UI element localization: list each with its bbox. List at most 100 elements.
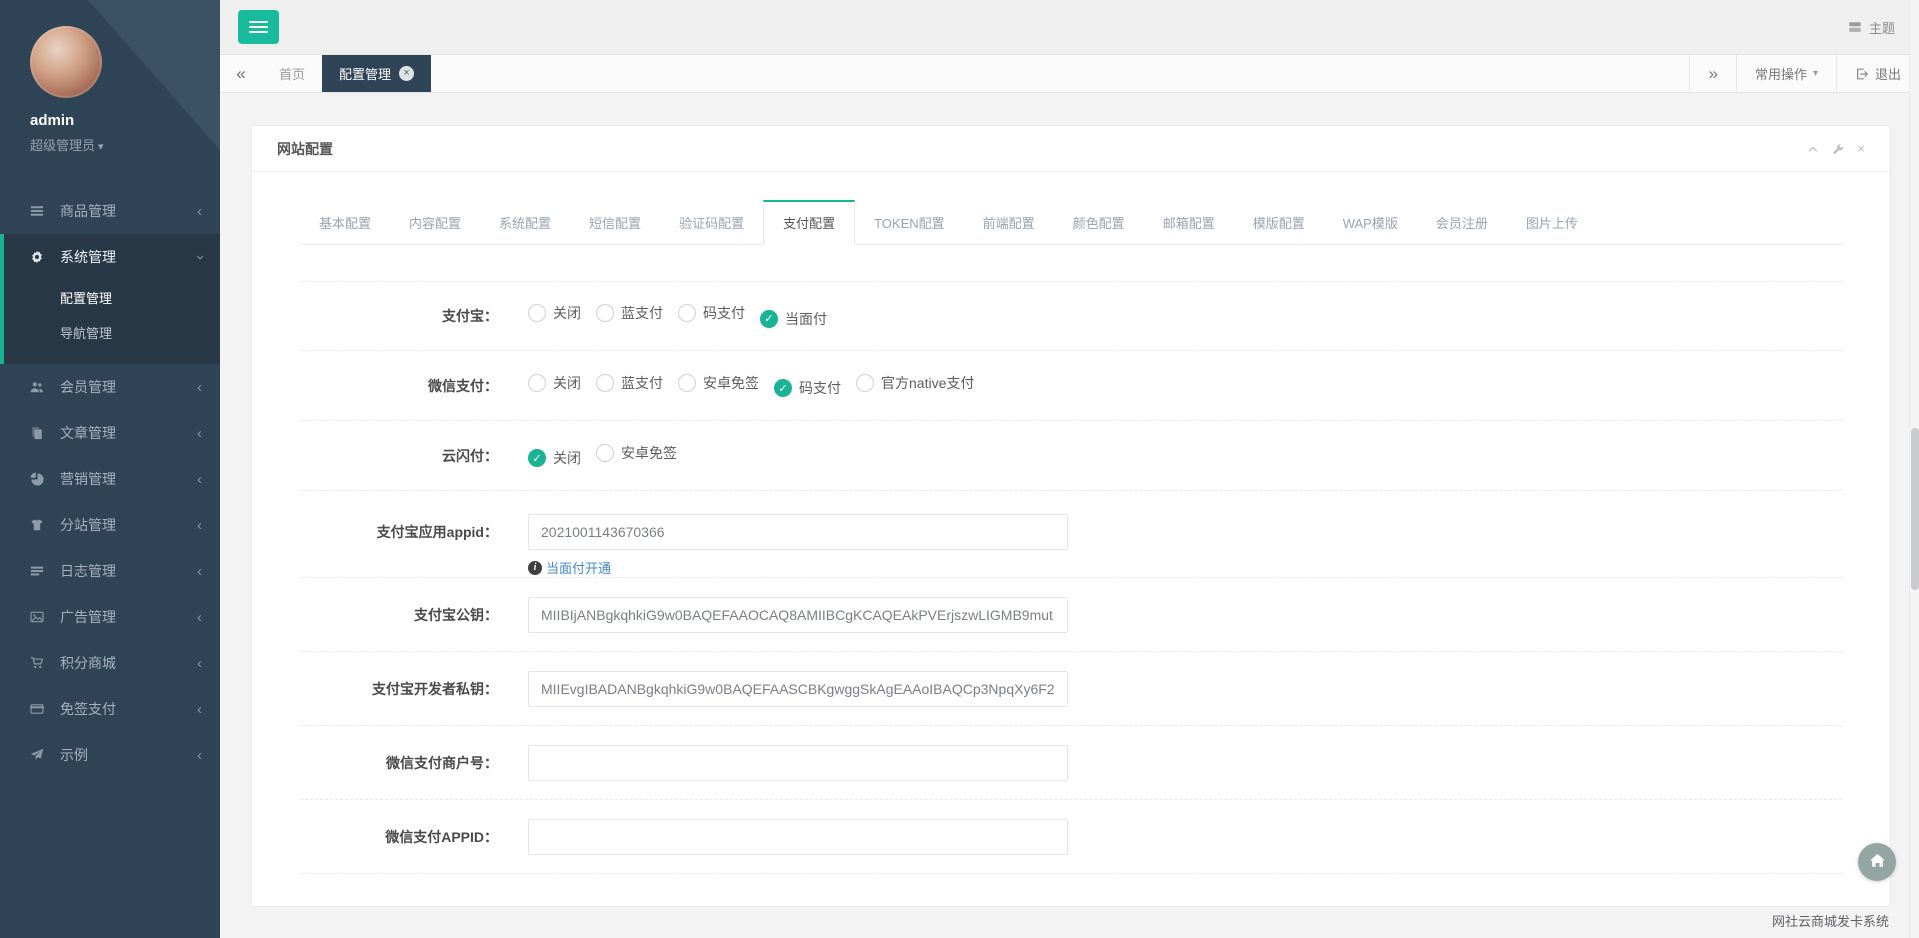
page-tab[interactable]: 配置管理 × <box>322 55 431 92</box>
radio-circle-icon[interactable] <box>678 304 696 322</box>
chevron-left-icon: ‹ <box>197 656 202 671</box>
sidebar-item[interactable]: 会员管理‹ <box>0 364 220 410</box>
form-input[interactable] <box>528 745 1068 781</box>
form-label: 云闪付： <box>300 446 498 466</box>
radio-circle-icon[interactable] <box>596 374 614 392</box>
sidebar-item-label: 营销管理 <box>60 469 197 489</box>
config-tab[interactable]: 图片上传 <box>1507 200 1597 245</box>
sidebar-item[interactable]: 广告管理‹ <box>0 594 220 640</box>
sidebar-item-label: 商品管理 <box>60 201 197 221</box>
theme-switcher-button[interactable]: 主题 <box>1848 18 1895 37</box>
radio-option-label: 码支付 <box>703 303 745 323</box>
sidebar-item[interactable]: 分站管理‹ <box>0 502 220 548</box>
sidebar-item[interactable]: 营销管理‹ <box>0 456 220 502</box>
config-tab[interactable]: 验证码配置 <box>660 200 763 245</box>
radio-circle-icon[interactable] <box>596 444 614 462</box>
config-tab[interactable]: 基本配置 <box>300 200 390 245</box>
sidebar-subitem[interactable]: 导航管理 <box>4 315 220 350</box>
radio-checked-icon[interactable]: ✓ <box>760 310 778 328</box>
form-input[interactable] <box>528 514 1068 550</box>
radio-option[interactable]: 码支付 <box>678 303 745 323</box>
form-label: 支付宝开发者私钥： <box>300 679 498 699</box>
sidebar-item[interactable]: 示例‹ <box>0 732 220 778</box>
form-input[interactable] <box>528 819 1068 855</box>
logout-button[interactable]: 退出 <box>1836 55 1919 92</box>
sidebar-item-label: 广告管理 <box>60 607 197 627</box>
radio-option[interactable]: 关闭 <box>528 373 581 393</box>
config-tab[interactable]: 系统配置 <box>480 200 570 245</box>
config-tab[interactable]: 支付配置 <box>763 200 855 245</box>
close-tab-icon[interactable]: × <box>399 66 414 81</box>
form-label: 微信支付商户号： <box>300 753 498 773</box>
sidebar-nav: 商品管理‹系统管理‹配置管理导航管理会员管理‹文章管理‹营销管理‹分站管理‹日志… <box>0 188 220 778</box>
scrollbar-thumb[interactable] <box>1911 428 1919 590</box>
collapse-panel-icon[interactable] <box>1807 143 1819 155</box>
radio-circle-icon[interactable] <box>596 304 614 322</box>
radio-circle-icon[interactable] <box>856 374 874 392</box>
radio-checked-icon[interactable]: ✓ <box>774 379 792 397</box>
user-role-label: 超级管理员 <box>30 138 95 153</box>
caret-down-icon: ▾ <box>98 141 104 153</box>
radio-circle-icon[interactable] <box>528 304 546 322</box>
form-row-partial <box>300 874 1842 907</box>
quick-actions-dropdown[interactable]: 常用操作 ▾ <box>1736 55 1836 92</box>
radio-option[interactable]: 关闭 <box>528 303 581 323</box>
tabs-scroll-right-button[interactable]: » <box>1689 55 1735 92</box>
sidebar-item[interactable]: 商品管理‹ <box>0 188 220 234</box>
form-input[interactable] <box>528 671 1068 707</box>
lines-icon <box>30 564 47 578</box>
logout-icon <box>1855 67 1869 81</box>
caret-down-icon: ▾ <box>1813 68 1818 79</box>
page-tab-label: 配置管理 <box>339 64 391 83</box>
config-tab[interactable]: 内容配置 <box>390 200 480 245</box>
radio-option[interactable]: ✓关闭 <box>528 448 581 468</box>
help-link[interactable]: 当面付开通 <box>546 558 611 577</box>
sidebar: admin 超级管理员▾ 商品管理‹系统管理‹配置管理导航管理会员管理‹文章管理… <box>0 0 220 938</box>
radio-checked-icon[interactable]: ✓ <box>528 449 546 467</box>
sidebar-subitem[interactable]: 配置管理 <box>4 280 220 315</box>
config-tabs: 基本配置内容配置系统配置短信配置验证码配置支付配置TOKEN配置前端配置颜色配置… <box>300 200 1842 245</box>
config-tab[interactable]: 短信配置 <box>570 200 660 245</box>
sidebar-item[interactable]: 系统管理‹ <box>4 234 220 280</box>
config-tab[interactable]: 邮箱配置 <box>1144 200 1234 245</box>
radio-circle-icon[interactable] <box>678 374 696 392</box>
config-tab[interactable]: WAP模版 <box>1324 200 1417 245</box>
pie-chart-icon <box>30 472 47 486</box>
tabs-scroll-left-button[interactable]: « <box>220 55 262 92</box>
avatar[interactable] <box>30 26 102 98</box>
close-panel-icon[interactable]: × <box>1857 142 1865 155</box>
tab-bar-right-controls: » 常用操作 ▾ 退出 <box>1689 55 1919 92</box>
config-tab[interactable]: TOKEN配置 <box>855 200 964 245</box>
sidebar-item[interactable]: 免签支付‹ <box>0 686 220 732</box>
radio-option[interactable]: ✓当面付 <box>760 309 827 329</box>
radio-option[interactable]: 蓝支付 <box>596 373 663 393</box>
sidebar-item[interactable]: 积分商城‹ <box>0 640 220 686</box>
sidebar-item[interactable]: 文章管理‹ <box>0 410 220 456</box>
chevron-left-icon: ‹ <box>197 472 202 487</box>
page-tab[interactable]: 首页 <box>262 55 322 92</box>
user-role-dropdown[interactable]: 超级管理员▾ <box>30 135 220 154</box>
sidebar-item-label: 分站管理 <box>60 515 197 535</box>
config-tab[interactable]: 模版配置 <box>1234 200 1324 245</box>
config-tab[interactable]: 前端配置 <box>964 200 1054 245</box>
back-home-float-button[interactable] <box>1858 843 1896 881</box>
wrench-icon[interactable] <box>1832 143 1844 155</box>
form-input[interactable] <box>528 597 1068 633</box>
radio-option-label: 蓝支付 <box>621 303 663 323</box>
chevron-left-icon: ‹ <box>197 564 202 579</box>
radio-option[interactable]: ✓码支付 <box>774 378 841 398</box>
radio-option[interactable]: 安卓免签 <box>596 443 677 463</box>
radio-option[interactable]: 官方native支付 <box>856 373 974 393</box>
sidebar-toggle-button[interactable] <box>238 10 279 44</box>
config-tab[interactable]: 颜色配置 <box>1054 200 1144 245</box>
page-tab-label: 首页 <box>279 64 305 83</box>
sidebar-item[interactable]: 日志管理‹ <box>0 548 220 594</box>
radio-circle-icon[interactable] <box>528 374 546 392</box>
config-tab[interactable]: 会员注册 <box>1417 200 1507 245</box>
radio-option[interactable]: 蓝支付 <box>596 303 663 323</box>
form-row: 支付宝开发者私钥： <box>300 652 1842 726</box>
chevron-left-icon: ‹ <box>197 204 202 219</box>
sidebar-item-label: 会员管理 <box>60 377 197 397</box>
radio-option[interactable]: 安卓免签 <box>678 373 759 393</box>
sidebar-item-label: 文章管理 <box>60 423 197 443</box>
